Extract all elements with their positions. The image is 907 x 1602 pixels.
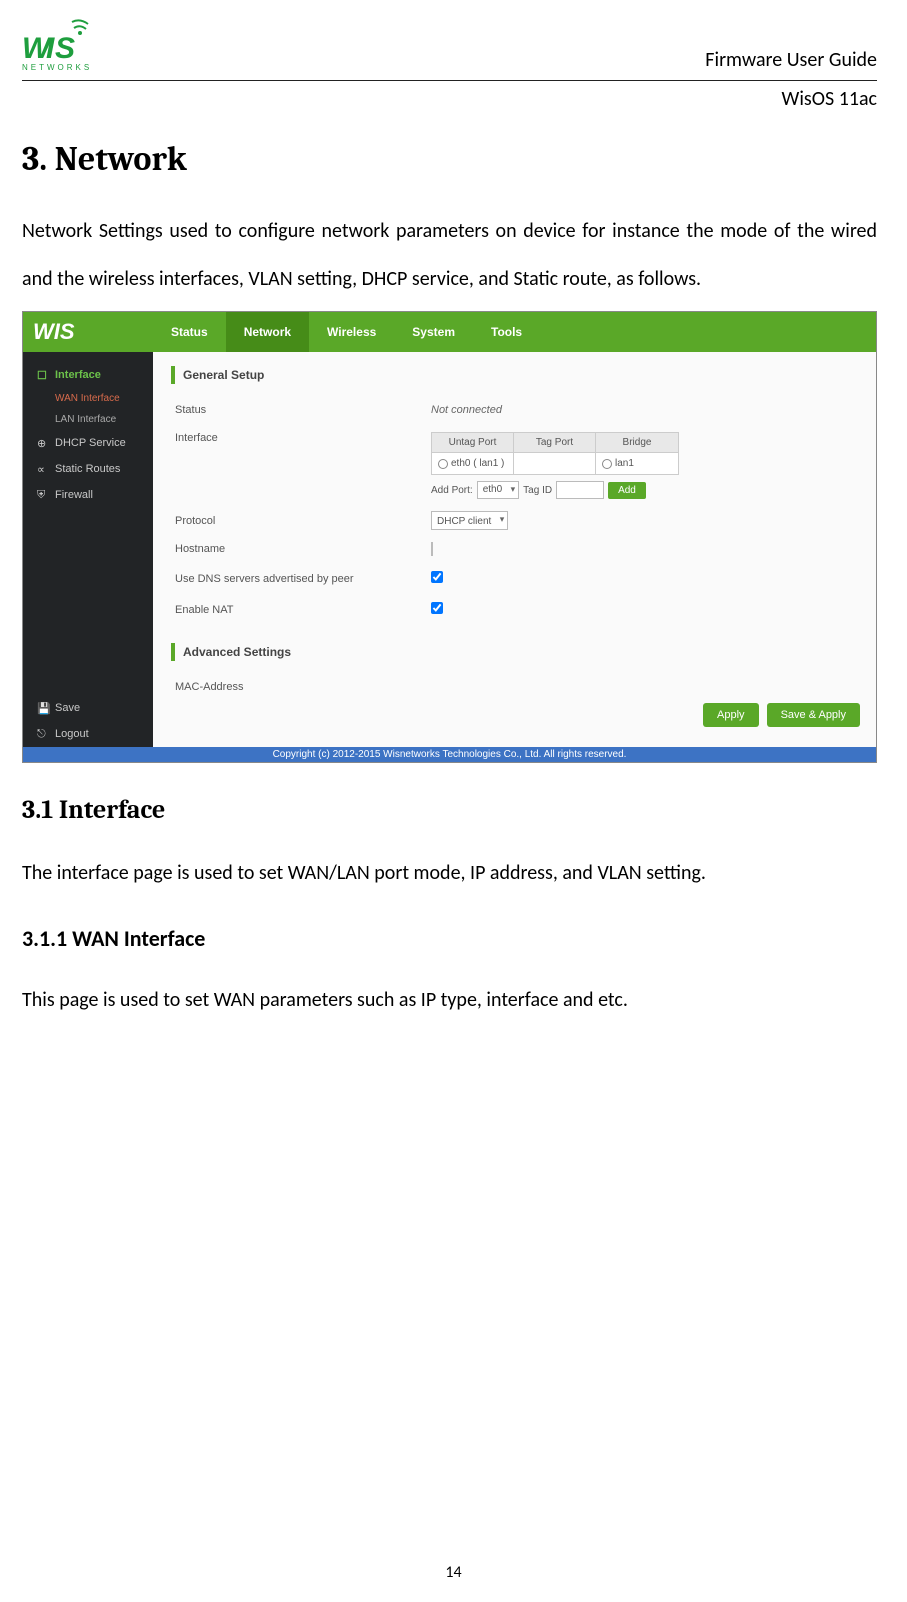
- save-icon: 💾: [37, 702, 49, 714]
- port-header-tag: Tag Port: [514, 433, 596, 452]
- status-label: Status: [171, 404, 431, 416]
- os-name: WisOS 11ac: [22, 87, 877, 111]
- share-icon: ∝: [37, 463, 49, 475]
- sidebar-item-dhcp[interactable]: ⊕ DHCP Service: [23, 430, 153, 456]
- nav-status[interactable]: Status: [153, 312, 226, 352]
- advanced-title: Advanced Settings: [171, 643, 858, 661]
- dns-label: Use DNS servers advertised by peer: [171, 573, 431, 585]
- sidebar-item-label: Logout: [55, 728, 89, 740]
- nav-system[interactable]: System: [394, 312, 473, 352]
- row-protocol: Protocol DHCP client: [171, 507, 858, 535]
- svg-text:I: I: [46, 32, 55, 65]
- row-mac: MAC-Address: [171, 673, 858, 701]
- hostname-input[interactable]: [431, 542, 433, 556]
- logout-icon: ⎋: [37, 728, 49, 740]
- tagid-input[interactable]: [556, 481, 604, 499]
- sidebar-item-static-routes[interactable]: ∝ Static Routes: [23, 456, 153, 482]
- doc-title: Firmware User Guide: [705, 48, 877, 72]
- dns-checkbox[interactable]: [431, 571, 443, 583]
- section-heading-network: 3. Network: [22, 139, 877, 179]
- copyright-footer: Copyright (c) 2012-2015 Wisnetworks Tech…: [23, 747, 876, 762]
- mac-label: MAC-Address: [171, 681, 431, 693]
- sidebar-item-label: Firewall: [55, 489, 93, 501]
- row-hostname: Hostname: [171, 535, 858, 563]
- add-port-row: Add Port: eth0 Tag ID Add: [431, 481, 679, 499]
- addport-label: Add Port:: [431, 485, 473, 496]
- page-number: 14: [0, 1563, 907, 1582]
- section-heading-wan-interface: 3.1.1 WAN Interface: [22, 925, 877, 952]
- doc-header: W I S NETWORKS Firmware User Guide: [22, 16, 877, 76]
- svg-text:S: S: [55, 32, 75, 65]
- nav-wireless[interactable]: Wireless: [309, 312, 394, 352]
- addport-select[interactable]: eth0: [477, 481, 519, 499]
- row-status: Status Not connected: [171, 396, 858, 424]
- logo-subtext: NETWORKS: [22, 63, 92, 72]
- sidebar-sub-wan[interactable]: WAN Interface: [23, 388, 153, 409]
- topbar: WIS Status Network Wireless System Tools: [23, 312, 876, 352]
- save-apply-button[interactable]: Save & Apply: [767, 703, 860, 727]
- globe-icon: ⊕: [37, 437, 49, 449]
- port-header-bridge: Bridge: [596, 433, 678, 452]
- radio-icon: [602, 459, 612, 469]
- port-cell-bridge[interactable]: lan1: [596, 452, 678, 474]
- apply-button[interactable]: Apply: [703, 703, 759, 727]
- hostname-label: Hostname: [171, 543, 431, 555]
- radio-icon: [438, 459, 448, 469]
- section-heading-interface: 3.1 Interface: [22, 795, 877, 825]
- sidebar-item-label: Interface: [55, 369, 101, 381]
- sidebar-item-label: Save: [55, 702, 80, 714]
- interface-label: Interface: [171, 432, 431, 444]
- nat-label: Enable NAT: [171, 604, 431, 616]
- main-panel: General Setup Status Not connected Inter…: [153, 352, 876, 747]
- sidebar-item-label: DHCP Service: [55, 437, 126, 449]
- tagid-label: Tag ID: [523, 485, 552, 496]
- sidebar-item-label: Static Routes: [55, 463, 120, 475]
- sidebar-item-interface[interactable]: ☐ Interface: [23, 362, 153, 388]
- status-value: Not connected: [431, 404, 858, 416]
- header-rule: [22, 80, 877, 81]
- app-logo: WIS: [23, 319, 153, 345]
- embedded-screenshot: WIS Status Network Wireless System Tools…: [22, 311, 877, 763]
- wis-logo: W I S NETWORKS: [22, 16, 92, 72]
- row-nat: Enable NAT: [171, 594, 858, 625]
- sidebar-item-firewall[interactable]: ⛨ Firewall: [23, 482, 153, 508]
- port-header-untag: Untag Port: [432, 433, 514, 452]
- interface-paragraph: The interface page is used to set WAN/LA…: [22, 849, 877, 897]
- action-buttons: Apply Save & Apply: [703, 703, 860, 727]
- nav-network[interactable]: Network: [226, 312, 309, 352]
- port-table: Untag Port Tag Port Bridge eth0 ( lan1 )…: [431, 432, 679, 475]
- top-nav: Status Network Wireless System Tools: [153, 312, 540, 352]
- port-cell-untag[interactable]: eth0 ( lan1 ): [432, 452, 514, 474]
- protocol-label: Protocol: [171, 515, 431, 527]
- nat-checkbox[interactable]: [431, 602, 443, 614]
- add-button[interactable]: Add: [608, 482, 646, 499]
- intro-paragraph: Network Settings used to configure netwo…: [22, 207, 877, 303]
- sidebar-sub-lan[interactable]: LAN Interface: [23, 409, 153, 430]
- port-cell-tag[interactable]: [514, 452, 596, 474]
- wan-paragraph: This page is used to set WAN parameters …: [22, 976, 877, 1024]
- row-dns: Use DNS servers advertised by peer: [171, 563, 858, 594]
- nav-tools[interactable]: Tools: [473, 312, 540, 352]
- protocol-select[interactable]: DHCP client: [431, 511, 508, 530]
- sidebar-save[interactable]: 💾 Save: [23, 695, 153, 721]
- shield-icon: ⛨: [37, 489, 49, 501]
- sidebar: ☐ Interface WAN Interface LAN Interface …: [23, 352, 153, 747]
- sidebar-logout[interactable]: ⎋ Logout: [23, 721, 153, 747]
- row-interface: Interface Untag Port Tag Port Bridge eth…: [171, 424, 858, 507]
- layers-icon: ☐: [37, 369, 49, 381]
- general-setup-title: General Setup: [171, 366, 858, 384]
